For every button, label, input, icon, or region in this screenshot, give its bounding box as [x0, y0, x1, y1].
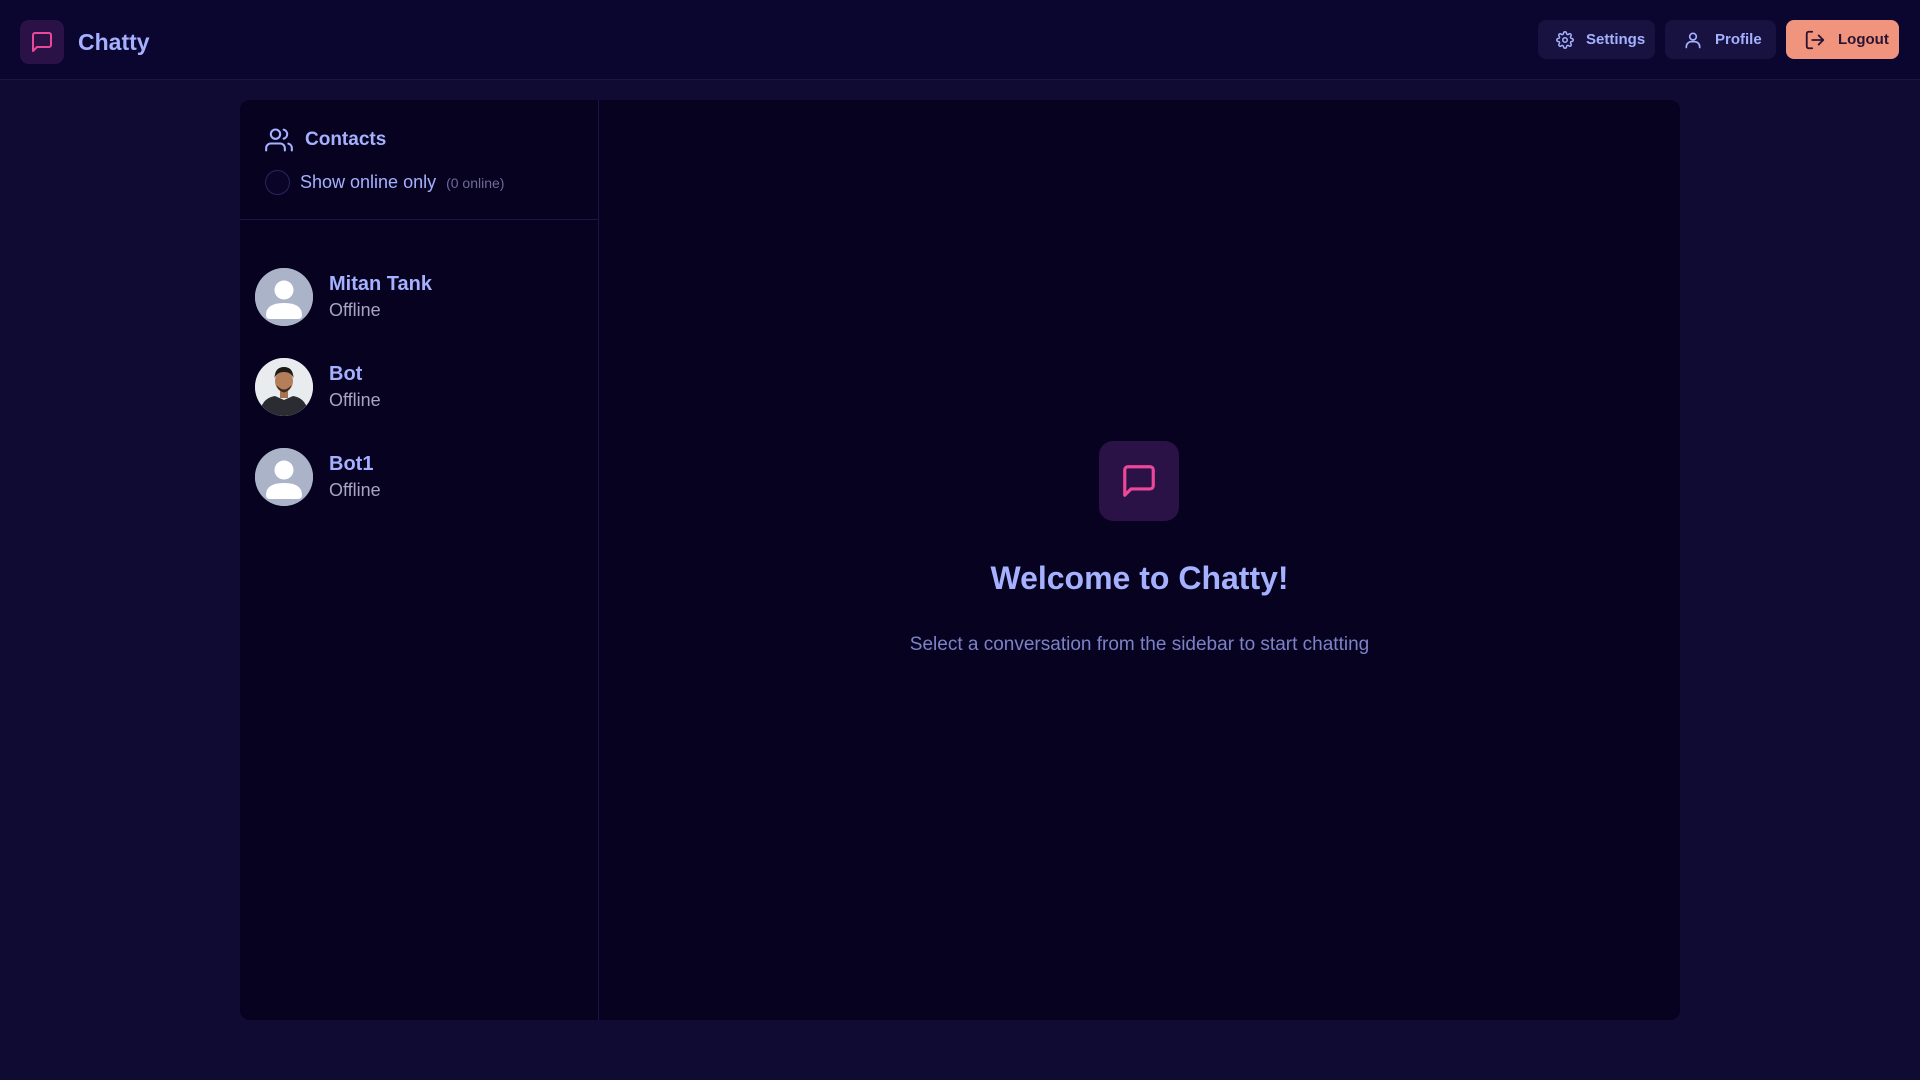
contact-info: Bot1 Offline [329, 451, 381, 503]
contact-item-mitan-tank[interactable]: Mitan Tank Offline [240, 252, 598, 342]
message-square-icon [1099, 441, 1179, 521]
contact-item-bot1[interactable]: Bot1 Offline [240, 432, 598, 522]
chat-container: Contacts Show online only (0 online) Mit… [240, 100, 1680, 1020]
contact-item-bot[interactable]: Bot Offline [240, 342, 598, 432]
contacts-title: Contacts [305, 129, 387, 150]
contact-status: Offline [329, 300, 381, 320]
online-filter: Show online only (0 online) [265, 170, 598, 195]
contacts-heading: Contacts [265, 126, 598, 154]
default-avatar [255, 268, 313, 326]
contact-name: Bot [329, 363, 363, 385]
profile-button[interactable]: Profile [1665, 20, 1776, 59]
profile-label: Profile [1715, 31, 1762, 48]
settings-label: Settings [1586, 31, 1646, 48]
online-only-label[interactable]: Show online only [300, 172, 436, 193]
online-count: (0 online) [446, 174, 505, 191]
photo-avatar [255, 358, 313, 416]
online-only-checkbox[interactable] [265, 170, 290, 195]
welcome-title: Welcome to Chatty! [990, 560, 1289, 596]
user-icon [1683, 30, 1703, 50]
welcome-subtitle: Select a conversation from the sidebar t… [909, 634, 1370, 655]
message-square-icon [20, 20, 64, 64]
contact-name: Bot1 [329, 453, 374, 475]
default-avatar [255, 448, 313, 506]
users-icon [265, 126, 293, 154]
contact-info: Bot Offline [329, 361, 381, 413]
contact-status: Offline [329, 480, 381, 500]
logout-label: Logout [1838, 31, 1889, 48]
app-name: Chatty [78, 28, 150, 55]
contact-name: Mitan Tank [329, 273, 432, 295]
top-navbar: Chatty Settings Profile Logout [0, 0, 1920, 80]
logout-button[interactable]: Logout [1786, 20, 1899, 59]
nav-actions: Settings Profile Logout [1528, 20, 1899, 59]
welcome-panel: Welcome to Chatty! Select a conversation… [599, 100, 1680, 1020]
contact-info: Mitan Tank Offline [329, 271, 432, 323]
contacts-sidebar: Contacts Show online only (0 online) Mit… [240, 100, 599, 1020]
contact-list: Mitan Tank Offline Bot Offline Bot1 Offl… [240, 220, 598, 522]
brand[interactable]: Chatty [20, 20, 150, 64]
logout-icon [1804, 29, 1826, 51]
sidebar-header: Contacts Show online only (0 online) [240, 100, 598, 220]
contact-status: Offline [329, 390, 381, 410]
gear-icon [1556, 30, 1574, 49]
settings-button[interactable]: Settings [1538, 20, 1655, 59]
